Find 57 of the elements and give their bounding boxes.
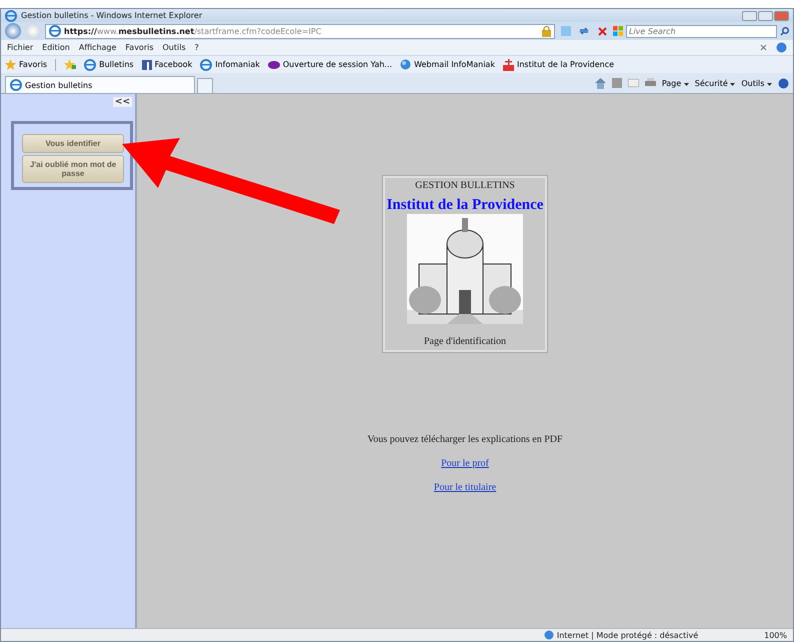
search-icon[interactable] <box>780 26 789 36</box>
refresh-button[interactable] <box>577 25 591 37</box>
browser-tab[interactable]: Gestion bulletins <box>5 76 195 93</box>
ie-page-icon <box>10 79 22 91</box>
card-heading: GESTION BULLETINS <box>415 180 515 191</box>
command-menu[interactable]: Page <box>662 78 689 88</box>
menu-item[interactable]: Favoris <box>125 43 154 52</box>
close-icon[interactable] <box>760 44 767 51</box>
printer-icon[interactable] <box>644 78 656 88</box>
caret-icon <box>684 82 689 86</box>
star-icon <box>5 59 16 70</box>
pdf-link[interactable]: Pour le prof <box>441 458 489 469</box>
ie-page-icon <box>84 58 96 70</box>
restore-button[interactable] <box>758 10 773 20</box>
padlock-icon <box>542 26 551 36</box>
zoom-level[interactable]: 100% <box>764 630 787 640</box>
collapse-button[interactable]: << <box>112 97 132 107</box>
windows-logo-icon <box>613 26 623 36</box>
mail-icon[interactable] <box>628 79 639 87</box>
security-zone: Internet | Mode protégé : désactivé <box>556 630 698 640</box>
school-logo-icon <box>502 58 514 70</box>
add-favorite-icon[interactable] <box>64 59 76 70</box>
window-title: Gestion bulletins - Windows Internet Explorer <box>21 11 204 20</box>
favorite-link[interactable]: Bulletins <box>84 58 134 70</box>
home-icon[interactable] <box>594 78 606 88</box>
menu-item[interactable]: ? <box>194 43 199 52</box>
menu-item[interactable]: Edition <box>42 43 70 52</box>
minimize-button[interactable] <box>742 10 757 20</box>
command-menu[interactable]: Outils <box>741 78 772 88</box>
new-tab-button[interactable] <box>197 78 213 93</box>
sidebar-button[interactable]: Vous identifier <box>22 134 124 153</box>
favorites-button[interactable]: Favoris <box>5 59 48 70</box>
favorite-link[interactable]: Institut de la Providence <box>502 58 614 70</box>
menu-item[interactable]: Fichier <box>7 43 34 52</box>
download-text: Vous pouvez télécharger les explications en PDF <box>367 434 563 445</box>
ie-logo-icon <box>5 10 17 22</box>
favorite-link[interactable]: Facebook <box>142 60 192 70</box>
favorite-link[interactable]: Ouverture de session Yah... <box>268 60 392 69</box>
ie-page-icon <box>49 25 61 37</box>
search-field[interactable]: Live Search <box>626 24 777 38</box>
caret-icon <box>730 82 736 86</box>
card-caption: Page d'identification <box>424 336 506 347</box>
command-menu[interactable]: Sécurité <box>694 78 736 88</box>
school-name: Institut de la Providence <box>386 197 544 214</box>
close-button[interactable] <box>774 10 789 20</box>
globe-icon <box>544 630 554 640</box>
ie-page-icon <box>200 58 212 70</box>
menu-item[interactable]: Affichage <box>78 43 116 52</box>
favorite-link[interactable]: Webmail InfoManiak <box>400 59 495 70</box>
caret-icon <box>767 82 772 86</box>
address-field[interactable]: https://www.mesbulletins.net/startframe.cfm?codeEcole=IPC <box>45 24 555 38</box>
pdf-link[interactable]: Pour le titulaire <box>434 482 496 493</box>
menu-item[interactable]: Outils <box>162 43 186 52</box>
back-button[interactable] <box>5 23 21 39</box>
sidebar-button[interactable]: J'ai oublié mon mot de passe <box>22 155 124 183</box>
globe-icon <box>400 59 412 70</box>
favorite-link[interactable]: Infomaniak <box>200 58 260 70</box>
